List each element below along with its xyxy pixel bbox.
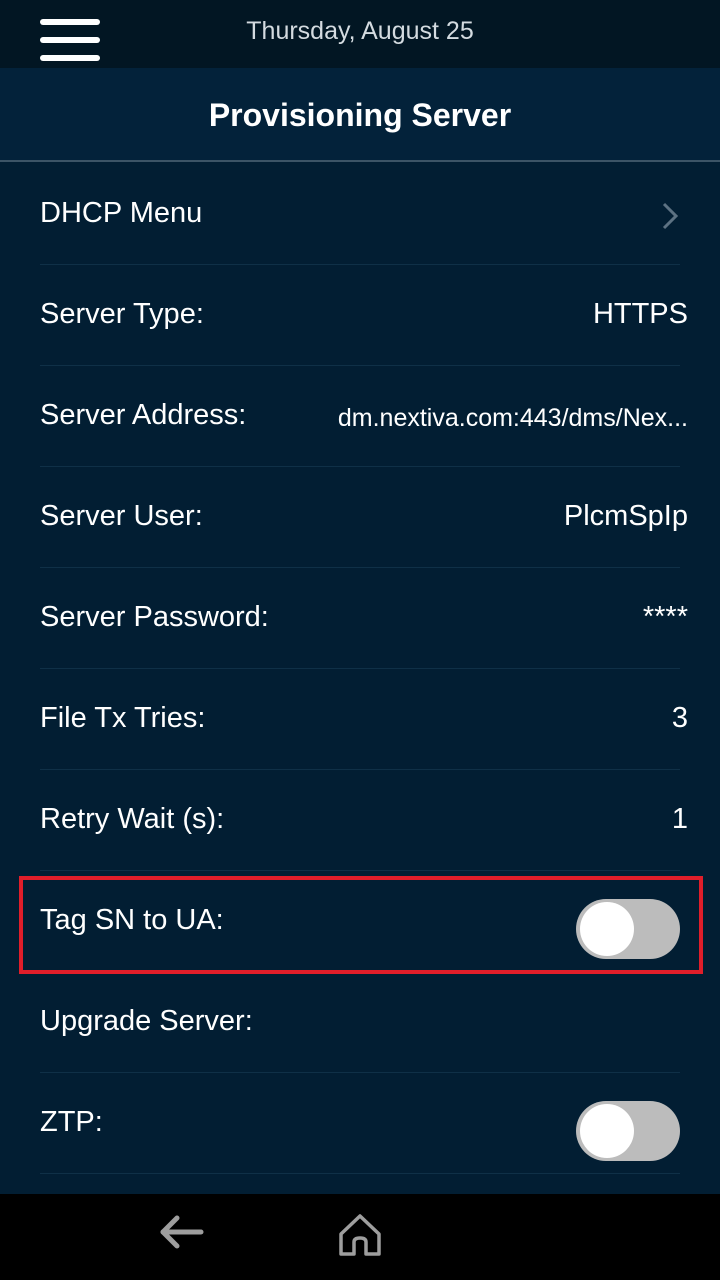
- file-tx-tries-label: File Tx Tries:: [40, 702, 206, 734]
- server-password-label: Server Password:: [40, 601, 269, 633]
- navigation-bar: [0, 1194, 720, 1280]
- server-type-label: Server Type:: [40, 298, 204, 330]
- server-address-value: dm.nextiva.com:443/dms/Nex...: [337, 404, 688, 432]
- file-tx-tries-value: 3: [671, 702, 688, 734]
- ztp-row: ZTP:: [40, 1073, 680, 1174]
- upgrade-server-row[interactable]: Upgrade Server:: [40, 972, 680, 1073]
- status-bar: Thursday, August 25: [0, 0, 720, 68]
- server-user-label: Server User:: [40, 500, 203, 532]
- chevron-right-icon: [662, 202, 679, 230]
- retry-wait-label: Retry Wait (s):: [40, 803, 225, 835]
- file-tx-tries-row[interactable]: File Tx Tries: 3: [40, 669, 688, 770]
- retry-wait-row[interactable]: Retry Wait (s): 1: [40, 770, 688, 871]
- server-password-row[interactable]: Server Password: ****: [40, 568, 688, 669]
- server-password-value: ****: [642, 601, 688, 633]
- retry-wait-value: 1: [671, 803, 688, 835]
- settings-list: DHCP Menu Server Type: HTTPS Server Addr…: [0, 164, 720, 1194]
- server-address-label: Server Address:: [40, 399, 247, 431]
- home-icon[interactable]: [336, 1212, 384, 1258]
- highlight-box: [19, 876, 703, 974]
- toggle-knob: [580, 1104, 634, 1158]
- page-title: Provisioning Server: [208, 97, 512, 133]
- server-type-row[interactable]: Server Type: HTTPS: [40, 265, 688, 366]
- server-address-row[interactable]: Server Address: dm.nextiva.com:443/dms/N…: [40, 366, 688, 467]
- ztp-label: ZTP:: [40, 1106, 103, 1138]
- server-type-value: HTTPS: [592, 298, 688, 330]
- dhcp-menu-label: DHCP Menu: [40, 197, 203, 229]
- server-user-value: PlcmSpIp: [563, 500, 688, 532]
- ztp-toggle[interactable]: [576, 1101, 680, 1161]
- date-display: Thursday, August 25: [246, 17, 474, 45]
- page-header: Provisioning Server: [0, 68, 720, 162]
- back-arrow-icon[interactable]: [155, 1210, 207, 1254]
- dhcp-menu-row[interactable]: DHCP Menu: [40, 164, 680, 265]
- upgrade-server-label: Upgrade Server:: [40, 1005, 253, 1037]
- server-user-row[interactable]: Server User: PlcmSpIp: [40, 467, 688, 568]
